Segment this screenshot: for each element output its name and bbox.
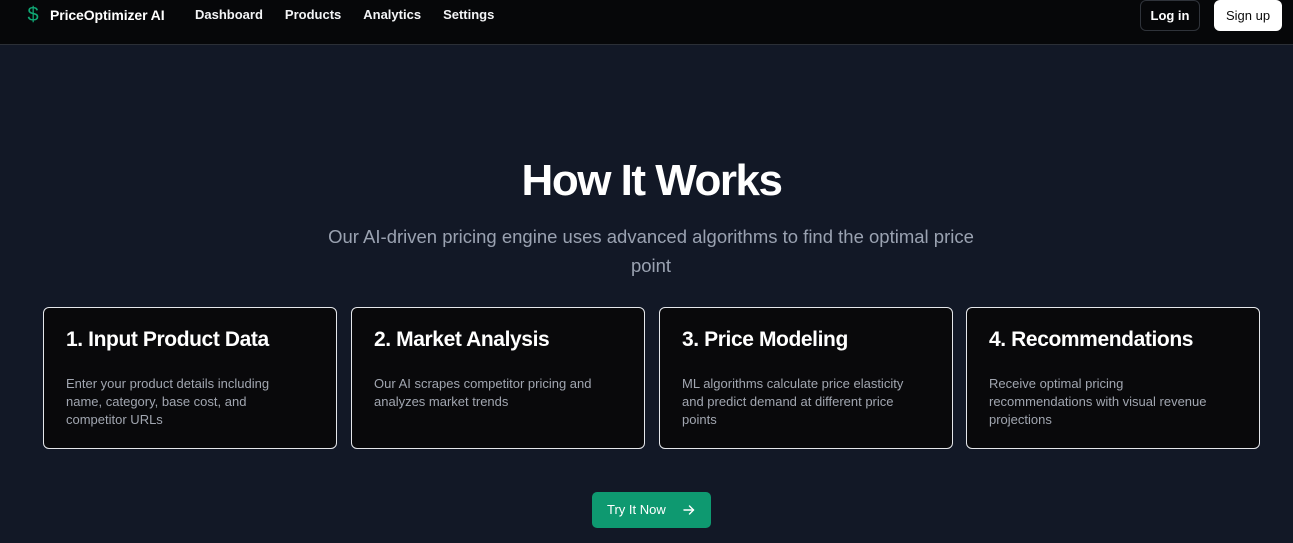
try-it-now-button[interactable]: Try It Now	[592, 492, 711, 528]
step-card-description: Our AI scrapes competitor pricing and an…	[374, 376, 592, 409]
step-card-input-product-data: 1. Input Product Data Enter your product…	[43, 307, 337, 449]
steps-section: 1. Input Product Data Enter your product…	[43, 307, 1260, 449]
brand-logo[interactable]: $ PriceOptimizer AI	[24, 4, 164, 26]
nav-link-products[interactable]: Products	[285, 7, 341, 22]
step-card-market-analysis: 2. Market Analysis Our AI scrapes compet…	[351, 307, 645, 449]
page-title: How It Works	[521, 156, 783, 205]
nav-link-analytics[interactable]: Analytics	[363, 7, 421, 22]
main-nav: Dashboard Products Analytics Settings	[195, 7, 516, 22]
try-it-now-label: Try It Now	[607, 502, 666, 517]
top-navbar: $ PriceOptimizer AI Dashboard Products A…	[0, 0, 1293, 45]
step-card-price-modeling: 3. Price Modeling ML algorithms calculat…	[659, 307, 953, 449]
step-card-title: 1. Input Product Data	[66, 328, 269, 351]
brand-name: PriceOptimizer AI	[50, 7, 165, 23]
step-card-recommendations: 4. Recommendations Receive optimal prici…	[966, 307, 1260, 449]
nav-link-dashboard[interactable]: Dashboard	[195, 7, 263, 22]
step-card-title: 4. Recommendations	[989, 328, 1194, 351]
page-subtitle: Our AI-driven pricing engine uses advanc…	[328, 226, 974, 276]
step-card-description: Enter your product details including nam…	[66, 376, 270, 427]
nav-link-settings[interactable]: Settings	[443, 7, 494, 22]
arrow-right-icon	[683, 505, 695, 515]
signup-button[interactable]: Sign up	[1214, 0, 1282, 31]
login-button[interactable]: Log in	[1140, 0, 1200, 31]
step-card-description: Receive optimal pricing recommendations …	[989, 376, 1207, 427]
dollar-sign-icon: $	[27, 3, 39, 26]
step-card-description: ML algorithms calculate price elasticity…	[682, 376, 904, 427]
step-card-title: 3. Price Modeling	[682, 328, 848, 351]
step-card-title: 2. Market Analysis	[374, 328, 550, 351]
